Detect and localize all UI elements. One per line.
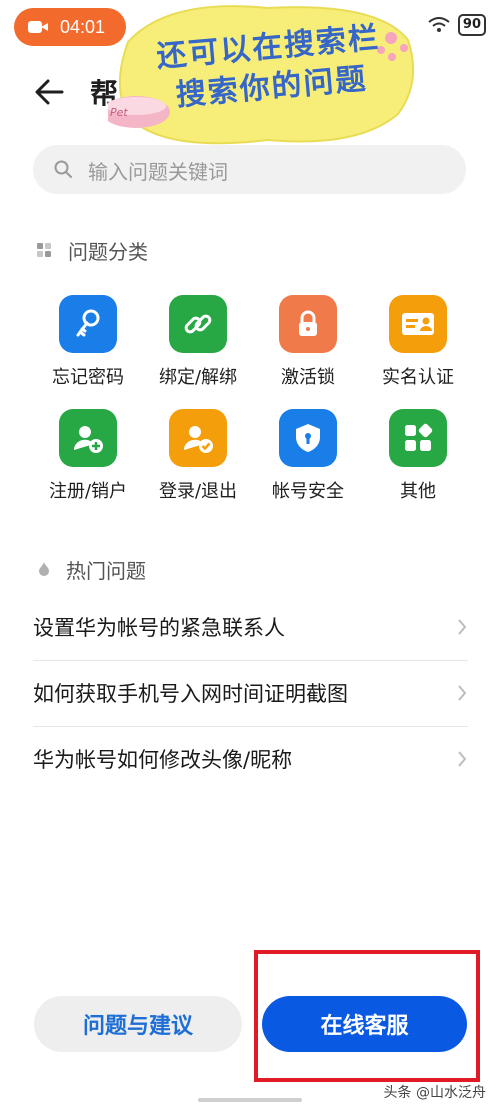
camera-icon [28,19,50,35]
status-icons: 90 [428,14,486,36]
category-label: 实名认证 [382,367,454,388]
feedback-button[interactable]: 问题与建议 [34,996,242,1052]
hot-question-text: 设置华为帐号的紧急联系人 [33,616,285,640]
chevron-right-icon [458,619,467,635]
hot-questions-title: 热门问题 [66,559,146,583]
key-icon [59,295,117,353]
category-label: 其他 [400,481,436,502]
search-icon [54,160,72,178]
category-real-name[interactable]: 实名认证 [363,295,473,389]
link-icon [169,295,227,353]
hot-question-text: 如何获取手机号入网时间证明截图 [33,682,348,706]
category-label: 登录/退出 [158,481,238,502]
add-user-icon [59,409,117,467]
sticker-bowl-label: Pet [110,106,128,119]
categories-title: 问题分类 [68,240,148,264]
user-check-icon [169,409,227,467]
category-label: 注册/销户 [48,481,128,502]
shield-icon [279,409,337,467]
categories-icon [37,243,51,257]
wifi-icon [428,17,450,32]
highlight-box [254,950,480,1082]
category-register[interactable]: 注册/销户 [33,409,143,503]
hot-question-item[interactable]: 华为帐号如何修改头像/昵称 [33,726,468,792]
category-other[interactable]: 其他 [363,409,473,503]
category-label: 绑定/解绑 [158,367,238,388]
category-activation-lock[interactable]: 激活锁 [253,295,363,389]
back-arrow-icon[interactable] [32,74,72,110]
hot-question-item[interactable]: 如何获取手机号入网时间证明截图 [33,660,468,727]
watermark: 头条 @山水泛舟 [383,1085,486,1101]
grid-icon [389,409,447,467]
category-account-security[interactable]: 帐号安全 [253,409,363,503]
category-forgot-password[interactable]: 忘记密码 [33,295,143,389]
hot-question-item[interactable]: 设置华为帐号的紧急联系人 [33,594,468,661]
hot-question-text: 华为帐号如何修改头像/昵称 [33,748,293,772]
category-bind-unbind[interactable]: 绑定/解绑 [143,295,253,389]
flame-icon [39,562,49,576]
home-indicator[interactable] [198,1098,302,1102]
status-time: 04:01 [60,16,106,37]
category-login-logout[interactable]: 登录/退出 [143,409,253,503]
battery-indicator: 90 [457,14,486,36]
category-label: 帐号安全 [272,481,344,502]
search-placeholder: 输入问题关键词 [88,160,228,184]
id-card-icon [389,295,447,353]
chevron-right-icon [458,751,467,767]
lock-icon [279,295,337,353]
category-label: 激活锁 [281,367,335,388]
category-label: 忘记密码 [52,367,124,388]
chevron-right-icon [458,685,467,701]
